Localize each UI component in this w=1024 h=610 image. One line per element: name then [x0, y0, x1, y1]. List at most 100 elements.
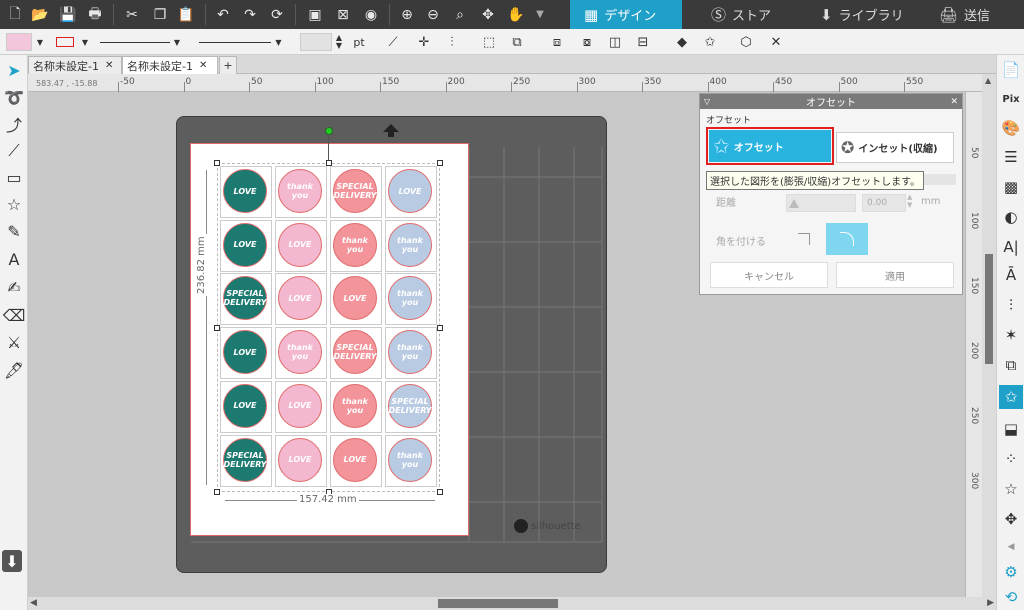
rotate-handle[interactable]	[325, 127, 333, 135]
open-folder-icon[interactable]: 📂	[30, 5, 50, 24]
sticker-thank[interactable]: thank you	[333, 222, 377, 267]
resize-icon[interactable]: ⧉	[508, 33, 526, 51]
zoom-in-icon[interactable]: ⊕	[397, 5, 417, 24]
round-corner-button[interactable]	[826, 223, 868, 255]
resize-handle[interactable]	[437, 325, 443, 331]
tab-send[interactable]: 🖨 送信	[925, 0, 1024, 29]
cancel-button[interactable]: キャンセル	[710, 262, 828, 288]
sticker-love[interactable]: LOVE	[223, 222, 267, 267]
sharp-corner-button[interactable]	[790, 225, 818, 253]
sketch-icon[interactable]: Ā	[999, 263, 1023, 287]
line-weight-input[interactable]	[300, 33, 332, 51]
sticker-special[interactable]: SPECIAL DELIVERY	[223, 437, 267, 482]
collapse-icon[interactable]: ▽	[704, 97, 710, 106]
ungroup-icon[interactable]: ⊠	[333, 5, 353, 24]
resize-handle[interactable]	[214, 489, 220, 495]
fill-palette-icon[interactable]: 🎨	[999, 116, 1023, 140]
curve-icon[interactable]: ⤴	[2, 112, 26, 136]
close-x-icon[interactable]: ✕	[766, 33, 786, 51]
contrast-icon[interactable]: ◐	[999, 205, 1023, 229]
offset-panel-icon[interactable]: ✩	[999, 385, 1023, 409]
tab-store[interactable]: Ⓢ ストア	[697, 0, 797, 29]
transform-icon[interactable]: ⬚	[480, 33, 498, 51]
line-icon[interactable]: ⟋	[2, 139, 26, 163]
group-icon[interactable]: ▣	[305, 5, 325, 24]
tab-design[interactable]: ▦ デザイン	[570, 0, 682, 29]
apply-button[interactable]: 適用	[836, 262, 954, 288]
sticker-thank[interactable]: thank you	[333, 383, 377, 428]
sticker-love[interactable]: LOVE	[388, 169, 432, 213]
offset-button[interactable]: ✩ オフセット	[709, 130, 831, 162]
sticker-love[interactable]: LOVE	[333, 437, 377, 482]
settings-gear-icon[interactable]: ⚙	[999, 560, 1023, 584]
select-arrow-icon[interactable]: ➤	[2, 58, 26, 82]
intersect-icon[interactable]: ◫	[606, 33, 624, 51]
star-icon[interactable]: ☆	[999, 477, 1023, 501]
close-icon[interactable]: ✕	[105, 60, 113, 71]
paste-icon[interactable]: 📋	[176, 5, 196, 24]
stepper-icon[interactable]: ▲ ▼	[907, 193, 912, 209]
distance-slider[interactable]	[786, 194, 856, 212]
distance-input[interactable]: 0.00	[862, 194, 906, 212]
puzzle-icon[interactable]: ✥	[999, 507, 1023, 531]
refresh-icon[interactable]: ⟳	[267, 5, 287, 24]
vertical-scrollbar[interactable]: ▲	[982, 74, 996, 597]
sticker-love[interactable]: LOVE	[223, 169, 267, 213]
horizontal-scrollbar[interactable]: ◀ ▶	[28, 597, 996, 610]
line-color-swatch[interactable]	[54, 33, 76, 51]
sticker-love[interactable]: LOVE	[278, 437, 322, 482]
eyedropper-icon[interactable]: 🖋	[2, 358, 26, 382]
pan-hand-icon[interactable]: ✋	[506, 5, 526, 24]
resize-handle[interactable]	[437, 160, 443, 166]
scroll-thumb[interactable]	[438, 599, 558, 608]
line-tool-icon[interactable]: ⟋	[384, 33, 402, 51]
save-icon[interactable]: 💾	[58, 5, 78, 24]
weld-icon[interactable]: ⧈	[548, 33, 566, 51]
zoom-fit-icon[interactable]: ⌕	[450, 5, 470, 24]
cut-icon[interactable]: ✂	[122, 5, 142, 24]
copy-icon[interactable]: ❐	[150, 5, 170, 24]
pixscan-icon[interactable]: Pix	[999, 87, 1023, 111]
rectangle-icon[interactable]: ▭	[2, 165, 26, 189]
dropdown-arrow-icon[interactable]: ▼	[530, 5, 550, 24]
document-tab-active[interactable]: 名称未設定-1 ✕	[122, 56, 218, 74]
sticker-thank[interactable]: thank you	[388, 222, 432, 267]
chevron-down-icon[interactable]: ▼	[35, 33, 45, 51]
3d-box-icon[interactable]: ⬡	[736, 33, 756, 51]
align-icon[interactable]: ⫶	[443, 33, 461, 51]
crosshair-icon[interactable]: ✛	[415, 33, 433, 51]
eraser-icon[interactable]: ⌫	[2, 303, 26, 327]
undo-icon[interactable]: ↶	[213, 5, 233, 24]
pencil-icon[interactable]: ✎	[2, 219, 26, 243]
sticker-love[interactable]: LOVE	[223, 330, 267, 375]
sync-icon[interactable]: ⟲	[999, 585, 1023, 609]
sticker-thank[interactable]: thank you	[388, 330, 432, 375]
chevron-down-icon[interactable]: ▼	[80, 33, 90, 51]
resize-handle[interactable]	[437, 489, 443, 495]
line-style-icon[interactable]: ☰	[999, 145, 1023, 169]
inset-button[interactable]: ✪ インセット(収縮)	[836, 132, 954, 163]
sticker-thank[interactable]: thank you	[278, 169, 322, 213]
text-icon[interactable]: A	[2, 247, 26, 271]
select-all-icon[interactable]: ◉	[361, 5, 381, 24]
sticker-love[interactable]: LOVE	[278, 222, 322, 267]
divide-icon[interactable]: ⊟	[634, 33, 652, 51]
sticker-special[interactable]: SPECIAL DELIVERY	[388, 383, 432, 428]
slider-thumb[interactable]	[789, 199, 799, 208]
star-shape-icon[interactable]: ☆	[2, 192, 26, 216]
sticker-thank[interactable]: thank you	[278, 330, 322, 375]
knife-icon[interactable]: ⚔	[2, 330, 26, 354]
sticker-special[interactable]: SPECIAL DELIVERY	[333, 330, 377, 375]
add-tab-button[interactable]: +	[219, 56, 237, 74]
tab-library[interactable]: ⬇ ライブラリ	[806, 0, 916, 29]
line-weight-select[interactable]: ▼	[198, 33, 283, 51]
trace-icon[interactable]: ◆	[672, 33, 692, 51]
scroll-up-icon[interactable]: ▲	[985, 76, 991, 85]
move-icon[interactable]: ✥	[478, 5, 498, 24]
stepper-icon[interactable]: ▲ ▼	[334, 33, 344, 51]
new-file-icon[interactable]: 🗋	[5, 5, 25, 24]
point-edit-icon[interactable]: ➰	[2, 85, 26, 109]
close-icon[interactable]: ✕	[950, 97, 958, 107]
sticker-love[interactable]: LOVE	[278, 383, 322, 428]
text-style-icon[interactable]: A|	[999, 235, 1023, 259]
